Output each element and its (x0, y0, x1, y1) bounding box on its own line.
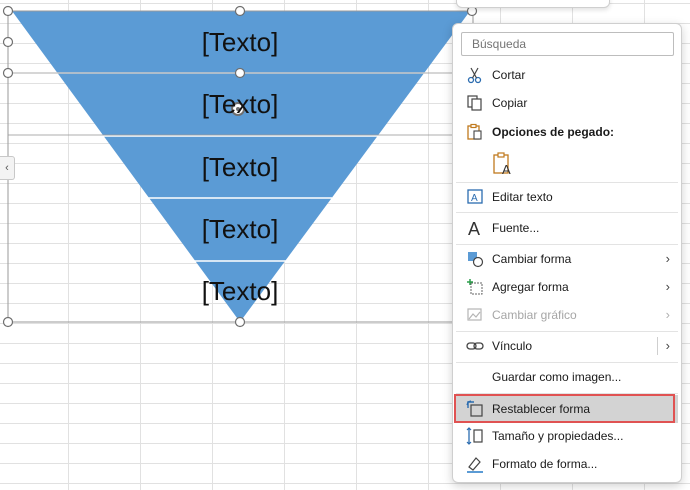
menu-item-label: Editar texto (492, 190, 553, 204)
submenu-arrow-icon: › (665, 251, 670, 266)
menu-item-label: Tamaño y propiedades... (492, 429, 624, 443)
menu-item-edit-text[interactable]: A Editar texto (456, 184, 678, 210)
menu-item-copy[interactable]: Copiar (456, 90, 678, 116)
svg-text:A: A (468, 219, 480, 237)
search-input[interactable] (461, 32, 674, 56)
menu-separator (456, 182, 678, 183)
edit-text-icon: A (467, 189, 483, 204)
menu-item-label: Cambiar gráfico (492, 308, 577, 322)
change-shape-icon (468, 252, 484, 268)
resize-handle[interactable] (2, 67, 14, 79)
submenu-arrow-icon: › (665, 307, 670, 322)
resize-handle[interactable] (234, 5, 246, 17)
menu-separator (456, 244, 678, 245)
svg-text:A: A (471, 193, 478, 204)
size-properties-icon (466, 427, 483, 445)
clipboard-icon (467, 123, 482, 140)
menu-item-label: Opciones de pegado: (492, 125, 615, 139)
menu-separator (456, 362, 678, 363)
submenu-arrow-icon: › (665, 279, 670, 294)
menu-item-size-properties[interactable]: Tamaño y propiedades... (456, 423, 678, 449)
resize-handle[interactable] (2, 316, 14, 328)
menu-item-link[interactable]: Vínculo › (456, 333, 678, 359)
menu-item-label: Guardar como imagen... (492, 370, 622, 384)
resize-handle[interactable] (234, 316, 246, 328)
resize-handle[interactable] (2, 5, 14, 17)
segment-4-text[interactable]: [Texto] (140, 214, 340, 244)
menu-item-cut[interactable]: Cortar (456, 62, 678, 88)
menu-item-label: Fuente... (492, 221, 540, 235)
menu-item-add-shape[interactable]: Agregar forma › (456, 274, 678, 300)
menu-item-change-shape[interactable]: Cambiar forma › (456, 246, 678, 272)
font-icon: A (468, 219, 480, 237)
menu-header-paste-options: Opciones de pegado: (456, 119, 678, 145)
segment-3-text[interactable]: [Texto] (140, 152, 340, 182)
split-divider (657, 337, 658, 355)
segment-5-text[interactable]: [Texto] (140, 276, 340, 306)
resize-handle[interactable] (234, 67, 246, 79)
menu-separator (456, 212, 678, 213)
change-graphic-icon (467, 308, 482, 321)
mini-toolbar-edge (456, 0, 610, 8)
format-shape-icon (467, 457, 483, 473)
paste-text-only-icon: A (493, 152, 511, 177)
link-icon (466, 342, 484, 350)
submenu-arrow-icon[interactable]: › (666, 333, 670, 359)
menu-item-format-shape[interactable]: Formato de forma... (456, 451, 678, 477)
menu-item-save-as-image[interactable]: Guardar como imagen... (456, 364, 678, 390)
menu-item-label: Copiar (492, 96, 528, 110)
menu-item-label: Agregar forma (492, 280, 569, 294)
add-shape-icon (467, 279, 483, 295)
segment-2-text[interactable]: [Texto] (140, 89, 340, 119)
svg-text:A: A (502, 162, 511, 177)
scissors-icon (467, 67, 482, 84)
menu-item-label: Cortar (492, 68, 526, 82)
paste-option-keep-text[interactable]: A (456, 148, 678, 180)
menu-item-label: Vínculo (492, 339, 533, 353)
highlight-annotation-box (454, 394, 675, 423)
menu-separator (456, 331, 678, 332)
text-pane-toggle[interactable]: ‹ (0, 156, 15, 180)
copy-icon (467, 95, 482, 111)
menu-item-label: Cambiar forma (492, 252, 572, 266)
resize-handle[interactable] (2, 36, 14, 48)
menu-item-font[interactable]: A Fuente... (456, 215, 678, 241)
menu-item-change-graphic[interactable]: Cambiar gráfico › (456, 302, 678, 328)
chevron-left-icon: ‹ (5, 162, 9, 174)
menu-item-label: Formato de forma... (492, 457, 598, 471)
segment-1-text[interactable]: [Texto] (140, 27, 340, 57)
